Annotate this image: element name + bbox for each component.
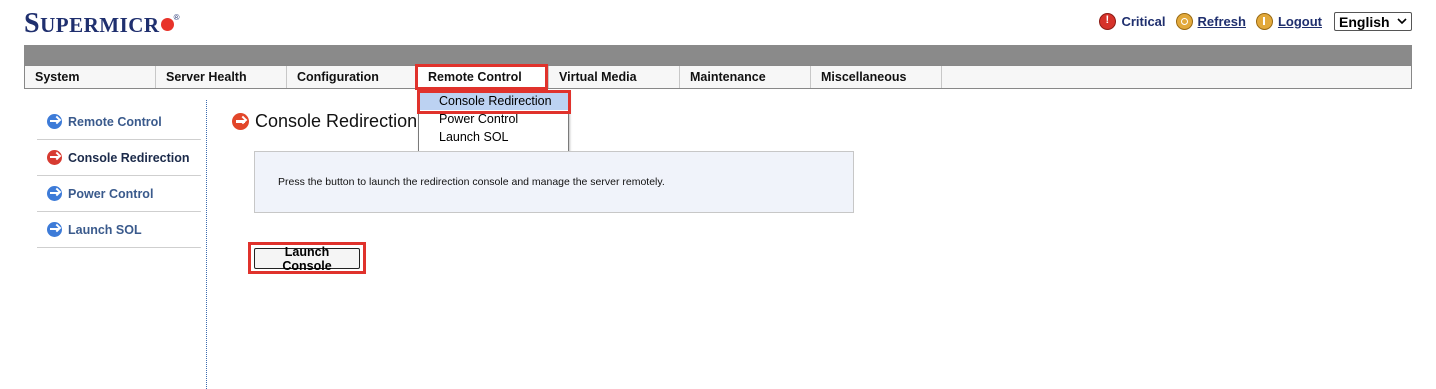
critical-icon (1099, 13, 1117, 30)
sidebar-item-label: Console Redirection (68, 150, 190, 165)
arrow-right-icon (232, 113, 249, 130)
menu-server-health[interactable]: Server Health (156, 66, 287, 88)
chevron-down-icon (1397, 18, 1407, 25)
arrow-right-icon (47, 222, 62, 237)
launch-console-button[interactable]: Launch Console (254, 245, 360, 273)
sidebar-item-label: Remote Control (68, 114, 162, 129)
language-select[interactable]: English (1334, 12, 1412, 31)
menu-virtual-media[interactable]: Virtual Media (549, 66, 680, 88)
logout-label: Logout (1277, 14, 1322, 29)
console-redirection-highlight (417, 90, 571, 114)
logo-registered: ® (173, 13, 180, 22)
logo-initial: S (24, 8, 41, 39)
menu-system[interactable]: System (25, 66, 156, 88)
info-text: Press the button to launch the redirecti… (278, 176, 665, 188)
dropdown-launch-sol[interactable]: Launch SOL (419, 128, 568, 146)
refresh-link[interactable]: Refresh (1175, 13, 1246, 30)
remote-control-highlight (415, 64, 548, 90)
main-menu-bar: System Server Health Configuration Remot… (24, 65, 1412, 89)
sidebar-item-remote-control[interactable]: Remote Control (37, 104, 201, 140)
arrow-right-icon (47, 186, 62, 201)
logout-icon (1255, 13, 1273, 30)
logout-link[interactable]: Logout (1255, 13, 1322, 30)
info-panel: Press the button to launch the redirecti… (254, 151, 854, 213)
critical-status[interactable]: Critical (1099, 13, 1166, 30)
sidebar-divider (206, 100, 207, 389)
sidebar-item-power-control[interactable]: Power Control (37, 176, 201, 212)
menu-maintenance[interactable]: Maintenance (680, 66, 811, 88)
sidebar-item-label: Power Control (68, 186, 154, 201)
arrow-right-icon (47, 114, 62, 129)
header-band (24, 45, 1412, 65)
sidebar: Remote Control Console Redirection Power… (37, 104, 201, 248)
page-title-text: Console Redirection (255, 111, 418, 131)
refresh-icon (1175, 13, 1193, 30)
critical-label: Critical (1121, 14, 1166, 29)
sidebar-item-console-redirection[interactable]: Console Redirection (37, 140, 201, 176)
menu-configuration[interactable]: Configuration (287, 66, 418, 88)
menu-miscellaneous[interactable]: Miscellaneous (811, 66, 942, 88)
language-value: English (1339, 13, 1390, 30)
arrow-right-icon (47, 150, 62, 165)
refresh-label: Refresh (1197, 14, 1246, 29)
logo-o-icon (160, 18, 174, 31)
sidebar-item-label: Launch SOL (68, 222, 142, 237)
page-title: Console Redirection (232, 111, 417, 132)
supermicro-logo: SUPERMICR ® (24, 8, 180, 39)
header-controls: Critical Refresh Logout English (1099, 12, 1412, 31)
logo-text: UPERMICR (40, 13, 160, 37)
sidebar-item-launch-sol[interactable]: Launch SOL (37, 212, 201, 248)
